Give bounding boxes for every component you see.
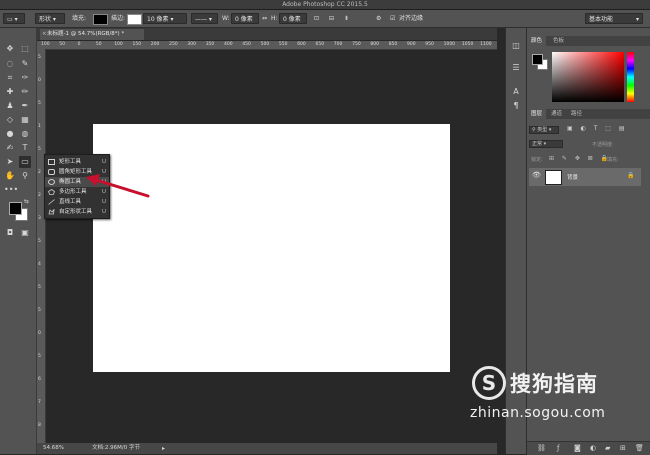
sogou-logo-icon: S	[472, 366, 506, 400]
panel-foreground-swatch[interactable]	[532, 54, 543, 65]
history-panel-icon[interactable]: ◫	[510, 40, 522, 52]
layer-filter-select[interactable]: ⚲ 类型 ▾	[529, 126, 559, 134]
lock-icons[interactable]: ⊞ ✎ ✥ ⊠ 🔒	[549, 155, 611, 162]
properties-panel-icon[interactable]: ☰	[510, 62, 522, 74]
watermark-url: zhinan.sogou.com	[470, 405, 606, 421]
new-layer-icon[interactable]: ⊞	[620, 444, 626, 452]
background-lock-icon: 🔒	[627, 172, 635, 179]
link-layers-icon[interactable]: ⛓	[537, 444, 546, 452]
adjustment-layer-icon[interactable]: ◐	[590, 444, 596, 452]
tab-color[interactable]: 颜色	[527, 36, 547, 46]
tab-channels[interactable]: 通道	[547, 109, 566, 119]
delete-layer-icon[interactable]: 🗑	[635, 444, 644, 452]
new-group-icon[interactable]: ▰	[605, 444, 610, 452]
tab-swatches[interactable]: 色板	[549, 36, 568, 46]
layer-visibility-icon[interactable]: 👁	[532, 171, 541, 179]
opacity-label: 不透明度:	[592, 142, 614, 148]
fill-opacity-label: 填充:	[607, 157, 619, 163]
layers-panel-tabs: 图层 通道 路径	[527, 109, 650, 119]
foreground-color-swatch[interactable]	[9, 202, 22, 215]
color-picker-field[interactable]	[552, 52, 624, 102]
layers-panel-footer: ⛓ ƒ ◙ ◐ ▰ ⊞ 🗑	[527, 441, 650, 455]
paragraph-panel-icon[interactable]: ¶	[510, 100, 522, 112]
layer-thumbnail	[545, 170, 562, 185]
color-panel-tabs: 颜色 色板	[527, 36, 650, 46]
lock-label: 锁定:	[531, 157, 543, 163]
character-panel-icon[interactable]: A	[510, 86, 522, 98]
layer-name: 背景	[567, 175, 579, 181]
hue-slider[interactable]	[627, 52, 634, 102]
tab-paths[interactable]: 路径	[567, 109, 586, 119]
watermark-brand: 搜狗指南	[510, 372, 598, 396]
blend-mode-select[interactable]: 正常 ▾	[529, 140, 563, 148]
layer-style-icon[interactable]: ƒ	[557, 444, 559, 452]
add-mask-icon[interactable]: ◙	[574, 444, 581, 452]
layer-filter-icons[interactable]: ▣ ◐ T ⬚ ▤	[567, 125, 628, 132]
tab-layers[interactable]: 图层	[527, 109, 547, 119]
